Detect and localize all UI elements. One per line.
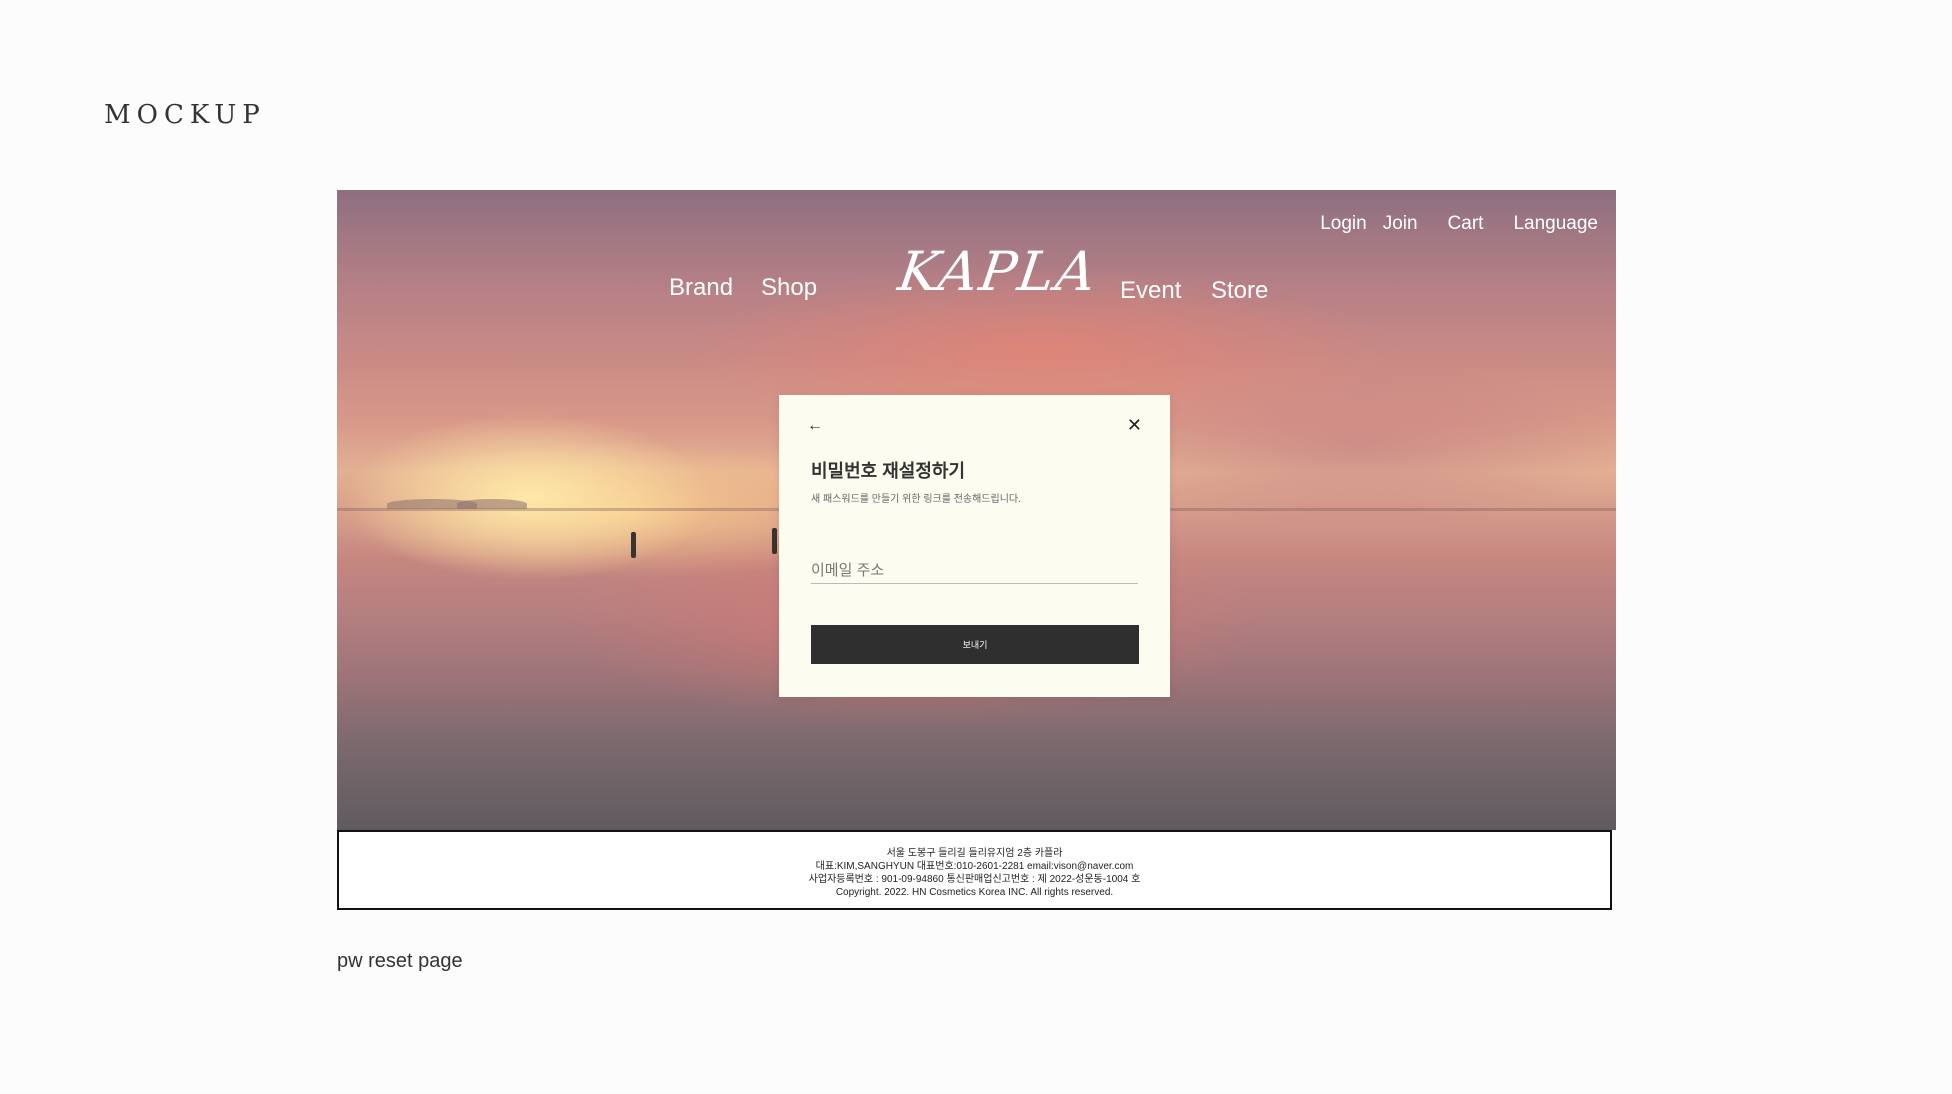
utility-nav: Login Join Cart Language (1320, 213, 1598, 235)
nav-brand[interactable]: Brand (669, 274, 733, 302)
modal-title: 비밀번호 재설정하기 (811, 461, 966, 481)
cart-link[interactable]: Cart (1448, 213, 1484, 235)
brand-logo[interactable]: KAPLA (895, 240, 1102, 303)
footer-address: 서울 도봉구 들리길 들리유지엄 2층 카플라 (886, 848, 1063, 859)
mountain-silhouette (457, 499, 527, 509)
person-silhouette (631, 532, 636, 558)
modal-subtitle: 새 패스워드를 만들기 위한 링크를 전송해드립니다. (811, 494, 1021, 505)
footer-contact: 대표:KIM,SANGHYUN 대표번호:010-2601-2281 email… (815, 861, 1134, 872)
nav-shop[interactable]: Shop (761, 274, 817, 302)
arrow-left-icon[interactable]: ← (807, 417, 823, 435)
password-reset-modal: ← ✕ 비밀번호 재설정하기 새 패스워드를 만들기 위한 링크를 전송해드립니… (779, 395, 1170, 697)
send-button[interactable]: 보내기 (811, 625, 1139, 664)
close-icon[interactable]: ✕ (1127, 415, 1142, 436)
footer-copyright: Copyright. 2022. HN Cosmetics Korea INC.… (835, 887, 1114, 898)
login-link[interactable]: Login (1320, 213, 1367, 235)
email-field[interactable] (811, 557, 1138, 584)
join-link[interactable]: Join (1383, 213, 1418, 235)
footer-business-info: 사업자등록번호 : 901-09-94860 통신판매업신고번호 : 제 202… (808, 874, 1141, 885)
hero-background: Login Join Cart Language Brand Shop KAPL… (337, 190, 1616, 830)
nav-event[interactable]: Event (1120, 277, 1181, 305)
person-silhouette (772, 528, 777, 554)
site-footer: 서울 도봉구 들리길 들리유지엄 2층 카플라 대표:KIM,SANGHYUN … (337, 830, 1612, 910)
language-link[interactable]: Language (1513, 213, 1598, 235)
page-caption: pw reset page (337, 950, 463, 972)
nav-store[interactable]: Store (1211, 277, 1268, 305)
mockup-frame: Login Join Cart Language Brand Shop KAPL… (337, 190, 1616, 912)
page-label: MOCKUP (104, 100, 266, 130)
